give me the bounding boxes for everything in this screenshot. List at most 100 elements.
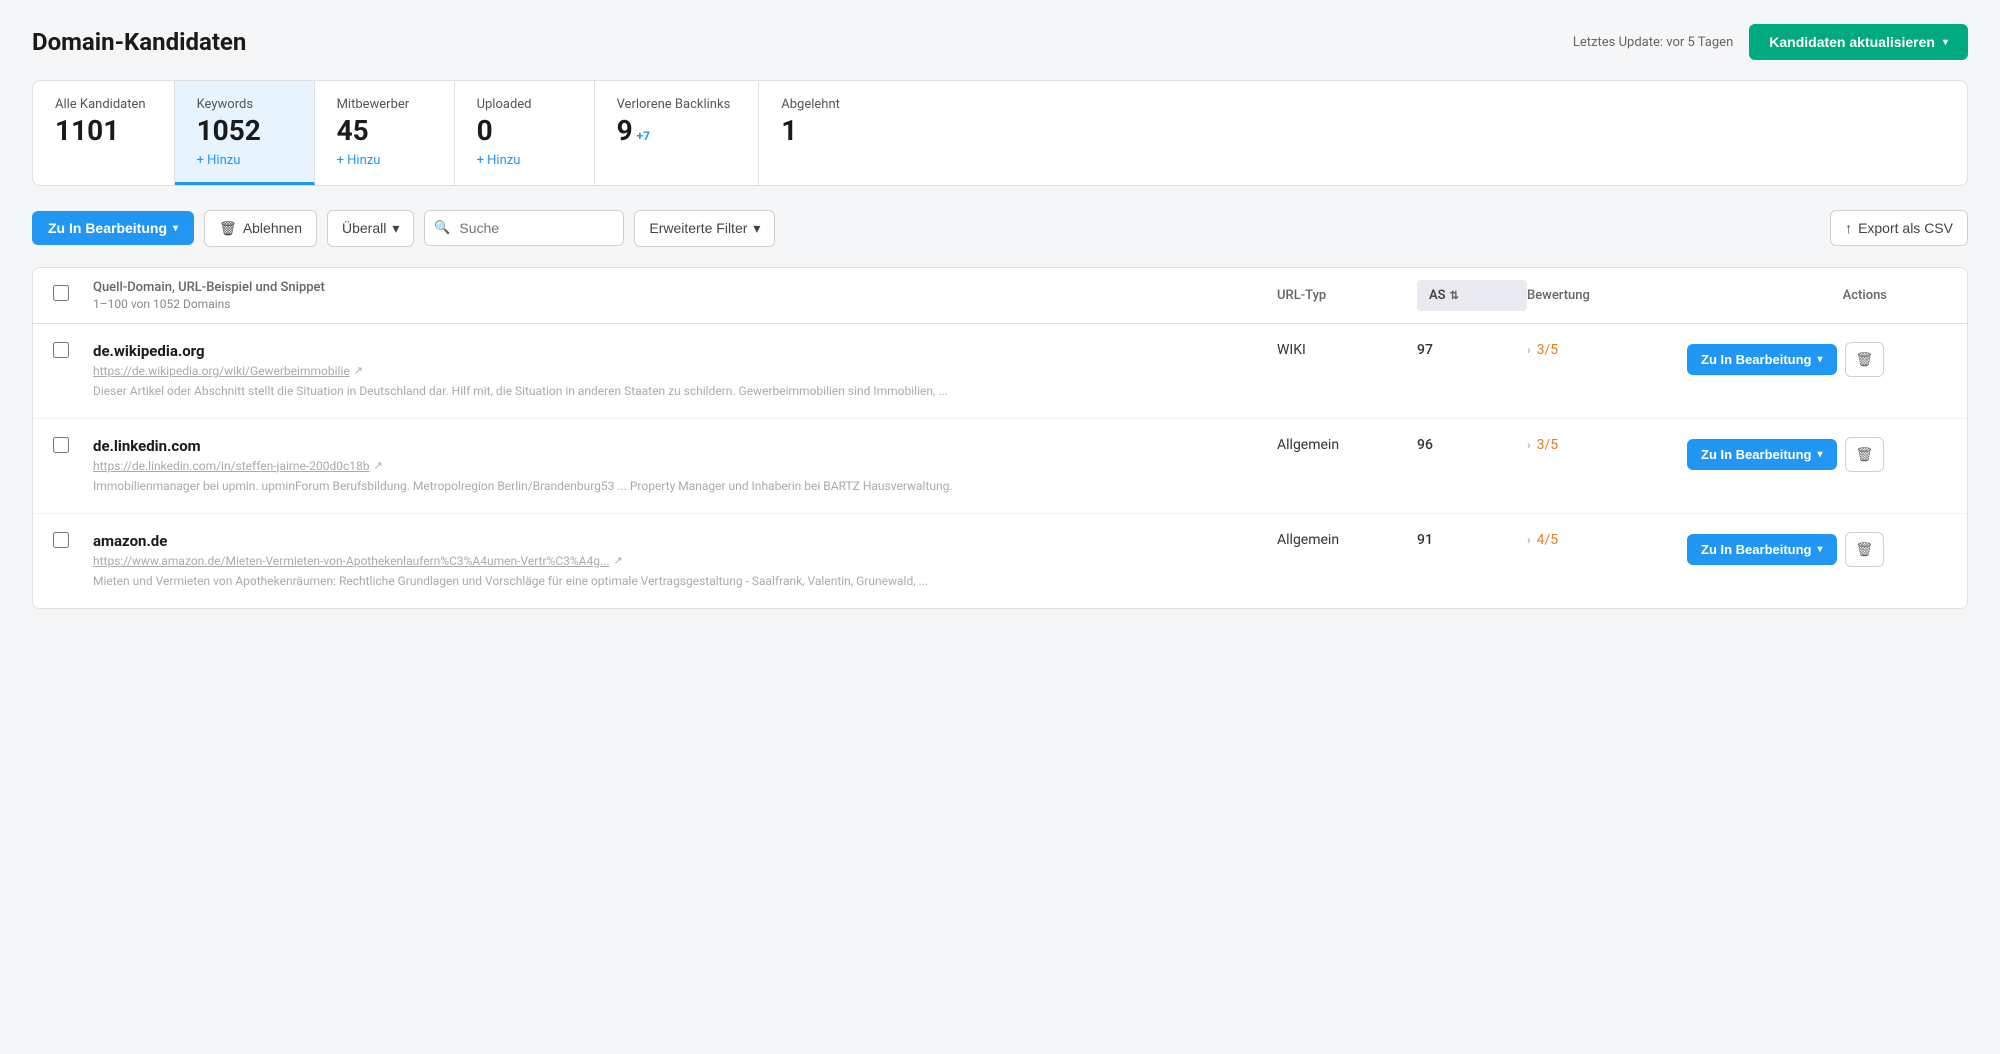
- trash-icon: 🗑: [1856, 351, 1874, 367]
- chevron-down-icon: ▾: [753, 220, 760, 237]
- search-wrapper: 🔍: [424, 210, 624, 246]
- row-rating: › 4/5: [1527, 532, 1687, 548]
- external-link-icon: ↗: [354, 364, 363, 377]
- stat-label-keywords: Keywords: [197, 97, 286, 112]
- chevron-down-icon: ▾: [1818, 449, 1823, 460]
- select-all-checkbox[interactable]: [53, 285, 69, 301]
- row-rating: › 3/5: [1527, 342, 1687, 358]
- stat-label-alle: Alle Kandidaten: [55, 97, 146, 112]
- row-urltype: WIKI: [1277, 342, 1417, 358]
- stat-label-verlorene: Verlorene Backlinks: [617, 97, 731, 112]
- table-header: Quell-Domain, URL-Beispiel und Snippet 1…: [33, 268, 1967, 324]
- row-source: de.wikipedia.org https://de.wikipedia.or…: [93, 342, 1277, 400]
- chevron-down-icon: ▾: [1943, 37, 1948, 48]
- arrow-icon: ›: [1527, 343, 1531, 357]
- row-action-button[interactable]: Zu In Bearbeitung ▾: [1687, 439, 1837, 470]
- header-source-col: Quell-Domain, URL-Beispiel und Snippet 1…: [93, 280, 1277, 311]
- page-container: Domain-Kandidaten Letztes Update: vor 5 …: [0, 0, 2000, 1054]
- last-update-label: Letztes Update: vor 5 Tagen: [1573, 35, 1733, 50]
- row-actions: Zu In Bearbeitung ▾ 🗑: [1687, 342, 1947, 377]
- domain-snippet: Immobilienmanager bei upmin. upminForum …: [93, 477, 1277, 495]
- arrow-icon: ›: [1527, 533, 1531, 547]
- chevron-down-icon: ▾: [173, 223, 178, 234]
- header-right: Letztes Update: vor 5 Tagen Kandidaten a…: [1573, 24, 1968, 60]
- stat-card-uploaded[interactable]: Uploaded 0 + Hinzu: [455, 81, 595, 185]
- filter-ueberall-button[interactable]: Überall ▾: [327, 210, 414, 247]
- stat-value-alle: 1101: [55, 116, 146, 147]
- stat-card-verlorene[interactable]: Verlorene Backlinks 9+7: [595, 81, 760, 185]
- row-delete-button[interactable]: 🗑: [1845, 532, 1885, 567]
- row-actions: Zu In Bearbeitung ▾ 🗑: [1687, 532, 1947, 567]
- sort-icon: ⇅: [1450, 289, 1459, 302]
- row-urltype: Allgemein: [1277, 437, 1417, 453]
- stat-label-uploaded: Uploaded: [477, 97, 566, 112]
- export-csv-button[interactable]: ↑ Export als CSV: [1830, 210, 1968, 246]
- stat-value-abgelehnt: 1: [781, 116, 871, 147]
- table-row: de.wikipedia.org https://de.wikipedia.or…: [33, 324, 1967, 419]
- domain-url: https://de.wikipedia.org/wiki/Gewerbeimm…: [93, 364, 1277, 378]
- header-actions-col: Actions: [1687, 288, 1947, 303]
- external-link-icon: ↗: [373, 459, 382, 472]
- header-checkbox-col: [53, 285, 93, 305]
- header-rating-col: Bewertung: [1527, 288, 1687, 303]
- domain-url: https://de.linkedin.com/in/steffen-jairn…: [93, 459, 1277, 473]
- row-checkbox: [53, 437, 93, 457]
- advanced-filter-button[interactable]: Erweiterte Filter ▾: [634, 210, 775, 247]
- stat-card-alle[interactable]: Alle Kandidaten 1101: [33, 81, 175, 185]
- row-action-button[interactable]: Zu In Bearbeitung ▾: [1687, 344, 1837, 375]
- row-checkbox: [53, 532, 93, 552]
- row-rating: › 3/5: [1527, 437, 1687, 453]
- row-delete-button[interactable]: 🗑: [1845, 437, 1885, 472]
- chevron-down-icon: ▾: [392, 220, 399, 237]
- domain-name: de.wikipedia.org: [93, 342, 1277, 360]
- search-input[interactable]: [424, 210, 624, 246]
- stats-row: Alle Kandidaten 1101 Keywords 1052 + Hin…: [32, 80, 1968, 186]
- stat-sub-uploaded[interactable]: + Hinzu: [477, 153, 566, 168]
- row-source: amazon.de https://www.amazon.de/Mieten-V…: [93, 532, 1277, 590]
- domain-url: https://www.amazon.de/Mieten-Vermieten-v…: [93, 554, 1277, 568]
- row-select-checkbox[interactable]: [53, 532, 69, 548]
- row-as-score: 96: [1417, 437, 1527, 453]
- row-as-score: 97: [1417, 342, 1527, 358]
- row-action-button[interactable]: Zu In Bearbeitung ▾: [1687, 534, 1837, 565]
- stat-value-keywords: 1052: [197, 116, 286, 147]
- row-delete-button[interactable]: 🗑: [1845, 342, 1885, 377]
- domain-name: amazon.de: [93, 532, 1277, 550]
- stat-value-uploaded: 0: [477, 116, 566, 147]
- domain-name: de.linkedin.com: [93, 437, 1277, 455]
- ablehnen-button[interactable]: 🗑 Ablehnen: [204, 210, 317, 247]
- export-icon: ↑: [1845, 220, 1852, 236]
- bearbeitung-button[interactable]: Zu In Bearbeitung ▾: [32, 211, 194, 245]
- external-link-icon: ↗: [613, 554, 622, 567]
- chevron-down-icon: ▾: [1818, 354, 1823, 365]
- header-urltype-col: URL-Typ: [1277, 288, 1417, 303]
- header-as-col[interactable]: AS ⇅: [1417, 280, 1527, 311]
- arrow-icon: ›: [1527, 438, 1531, 452]
- trash-icon: 🗑: [219, 220, 237, 237]
- toolbar-right: ↑ Export als CSV: [1830, 210, 1968, 246]
- domain-snippet: Dieser Artikel oder Abschnitt stellt die…: [93, 382, 1277, 400]
- trash-icon: 🗑: [1856, 446, 1874, 462]
- page-title: Domain-Kandidaten: [32, 28, 246, 56]
- table-container: Quell-Domain, URL-Beispiel und Snippet 1…: [32, 267, 1968, 609]
- chevron-down-icon: ▾: [1818, 544, 1823, 555]
- row-actions: Zu In Bearbeitung ▾ 🗑: [1687, 437, 1947, 472]
- badge-plus: +7: [637, 129, 650, 143]
- stat-card-abgelehnt[interactable]: Abgelehnt 1: [759, 81, 899, 185]
- stat-label-mitbewerber: Mitbewerber: [337, 97, 426, 112]
- stat-label-abgelehnt: Abgelehnt: [781, 97, 871, 112]
- table-row: amazon.de https://www.amazon.de/Mieten-V…: [33, 514, 1967, 608]
- trash-icon: 🗑: [1856, 541, 1874, 557]
- row-select-checkbox[interactable]: [53, 437, 69, 453]
- domain-snippet: Mieten und Vermieten von Apothekenräumen…: [93, 572, 1277, 590]
- toolbar: Zu In Bearbeitung ▾ 🗑 Ablehnen Überall ▾…: [32, 210, 1968, 247]
- row-source: de.linkedin.com https://de.linkedin.com/…: [93, 437, 1277, 495]
- stat-card-keywords[interactable]: Keywords 1052 + Hinzu: [175, 81, 315, 185]
- update-button[interactable]: Kandidaten aktualisieren ▾: [1749, 24, 1968, 60]
- row-select-checkbox[interactable]: [53, 342, 69, 358]
- stat-sub-mitbewerber[interactable]: + Hinzu: [337, 153, 426, 168]
- stat-sub-keywords[interactable]: + Hinzu: [197, 153, 286, 168]
- search-icon: 🔍: [434, 221, 450, 236]
- stat-card-mitbewerber[interactable]: Mitbewerber 45 + Hinzu: [315, 81, 455, 185]
- row-urltype: Allgemein: [1277, 532, 1417, 548]
